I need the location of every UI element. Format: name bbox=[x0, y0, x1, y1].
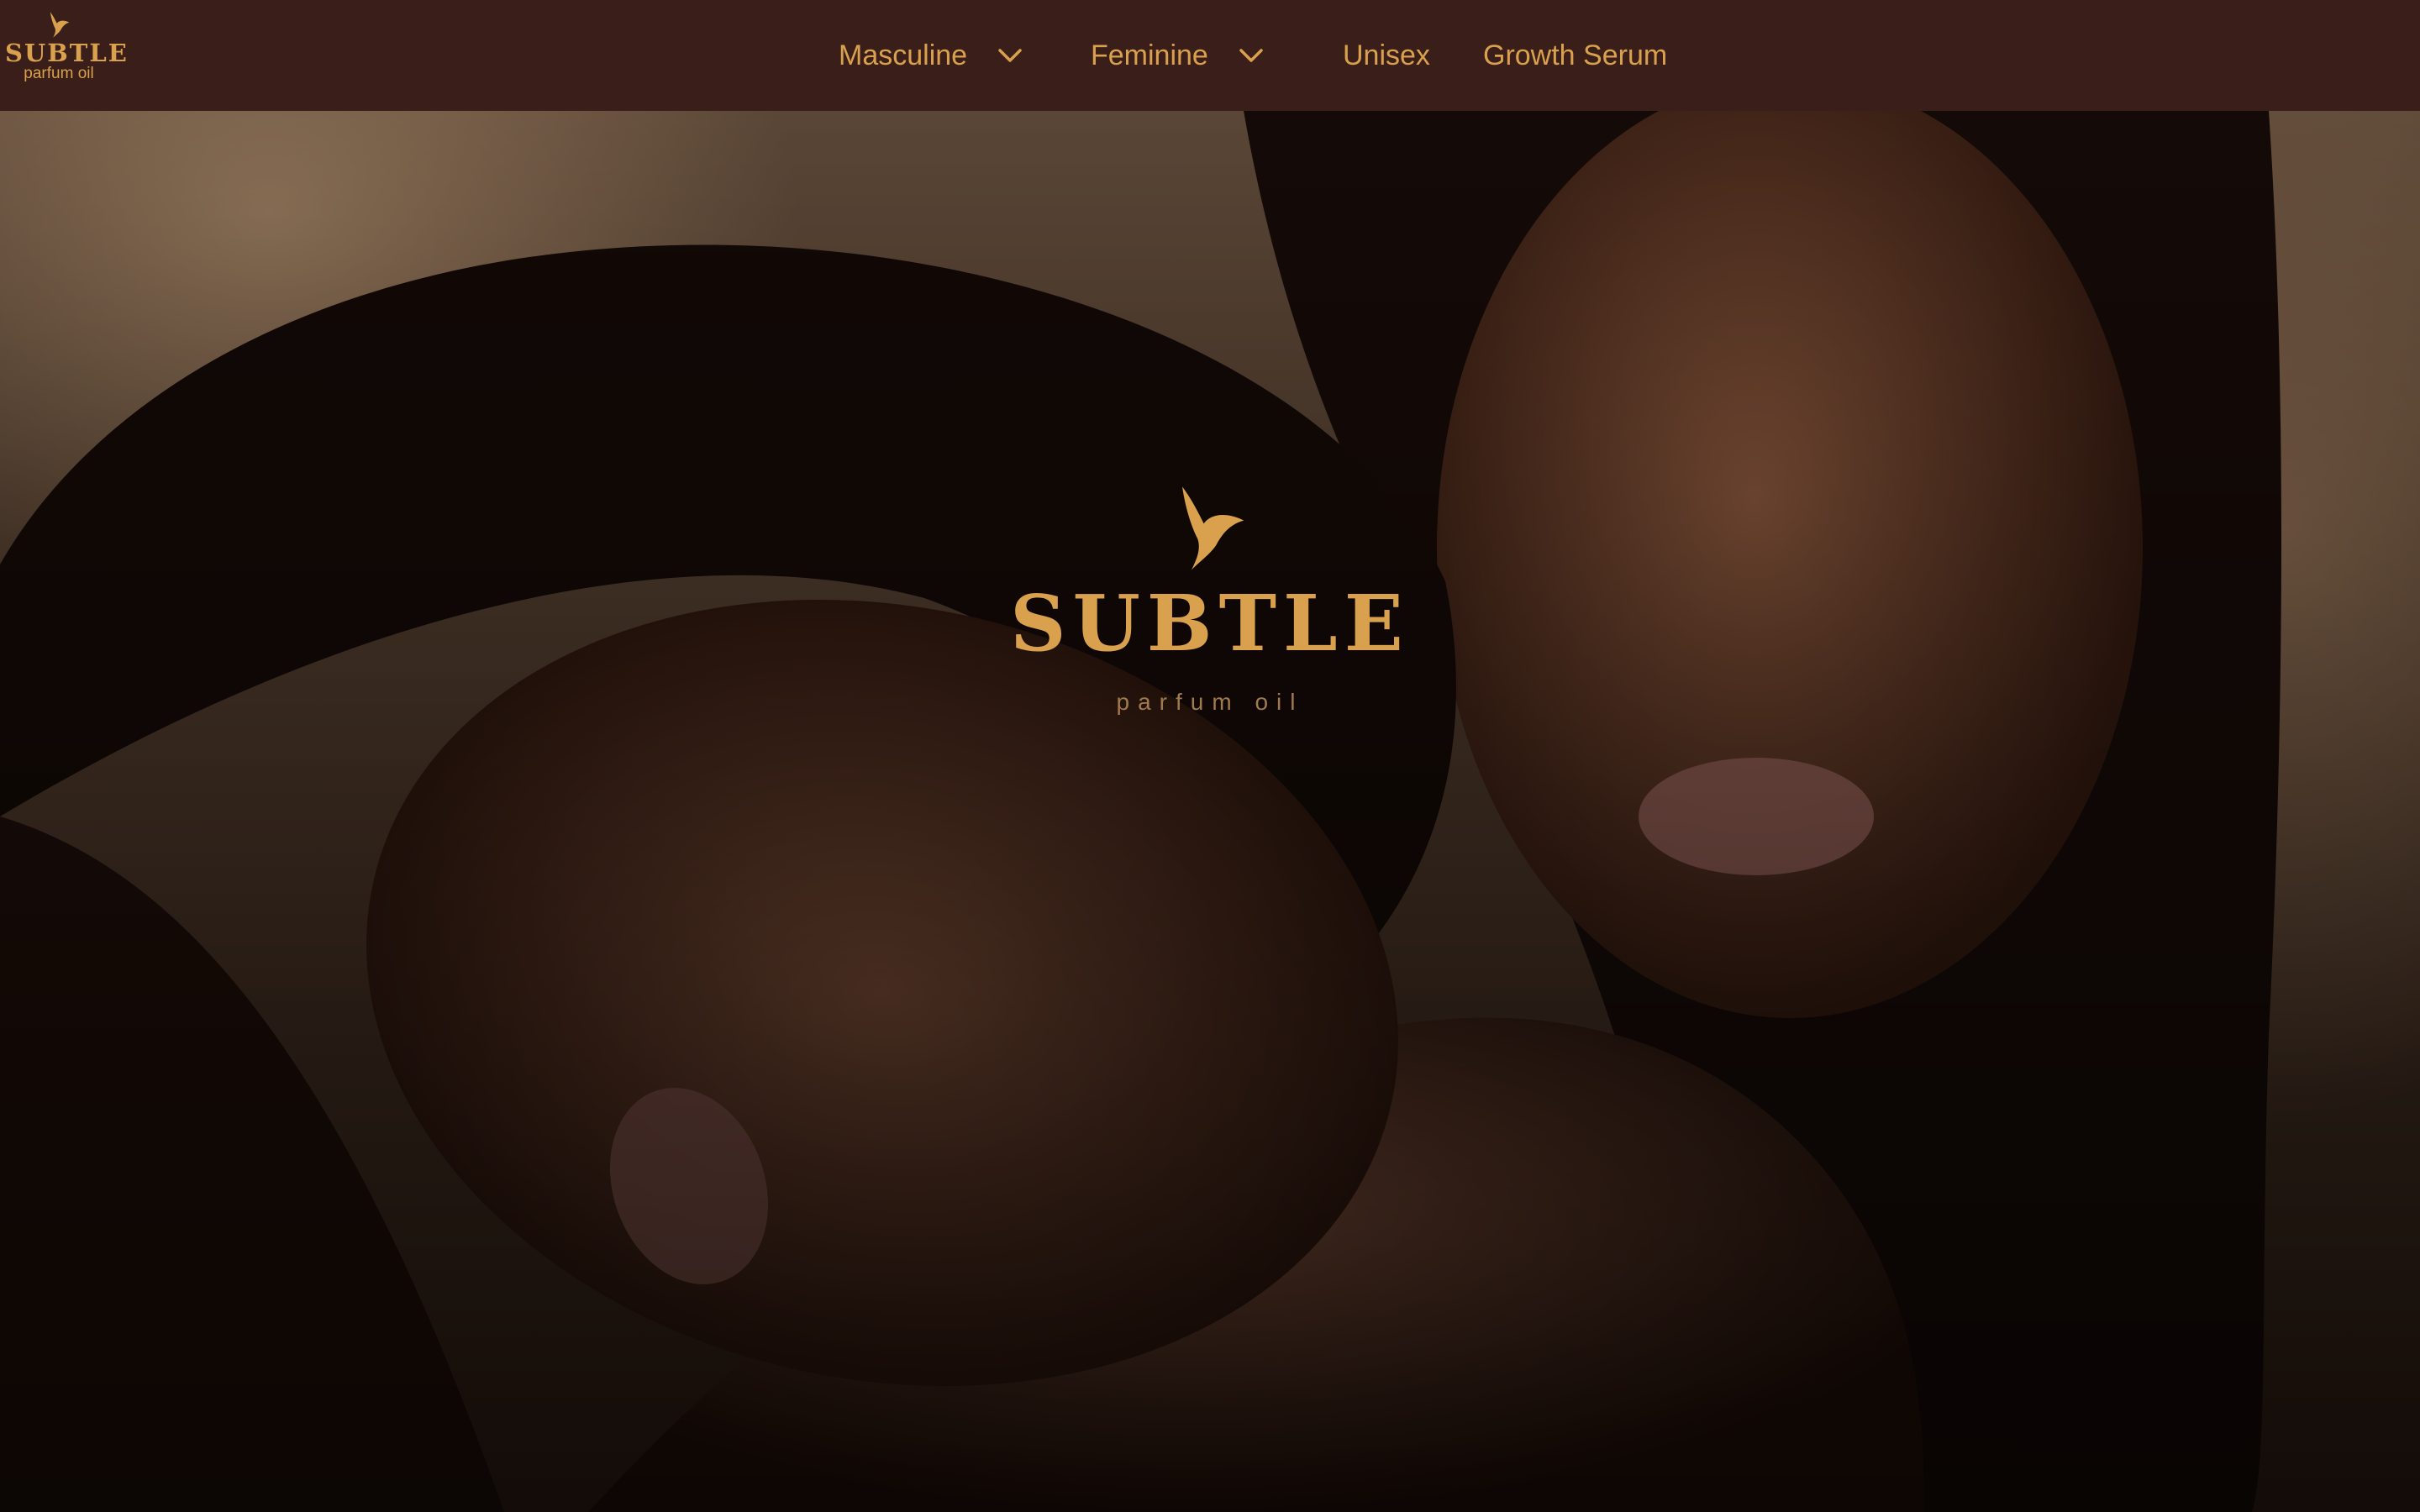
nav-item-label: Feminine bbox=[1091, 39, 1208, 71]
nav-item-unisex[interactable]: Unisex bbox=[1343, 37, 1430, 74]
chevron-down-icon bbox=[1239, 49, 1263, 62]
chevron-down-icon bbox=[998, 49, 1022, 62]
nav-item-label: Masculine bbox=[839, 39, 968, 71]
hero-logo: SUBTLE parfum oil bbox=[958, 480, 1462, 716]
nav-item-masculine[interactable]: Masculine bbox=[839, 37, 1023, 74]
main-nav: Masculine Feminine Unisex Growth Serum bbox=[0, 0, 2420, 111]
hero-logo-brand: SUBTLE bbox=[1010, 578, 1410, 669]
bird-logo-icon bbox=[1182, 486, 1244, 570]
nav-item-feminine[interactable]: Feminine bbox=[1091, 37, 1264, 74]
nav-item-label: Unisex bbox=[1343, 39, 1430, 71]
nav-item-growth-serum[interactable]: Growth Serum bbox=[1483, 37, 1667, 74]
hero-logo-sub: parfum oil bbox=[1116, 689, 1304, 715]
hero-photo bbox=[0, 111, 2420, 1512]
site-header: SUBTLE parfum oil Masculine Feminine Uni… bbox=[0, 0, 2420, 111]
nav-item-label: Growth Serum bbox=[1483, 39, 1668, 71]
hero-banner: SUBTLE parfum oil bbox=[0, 111, 2420, 1512]
